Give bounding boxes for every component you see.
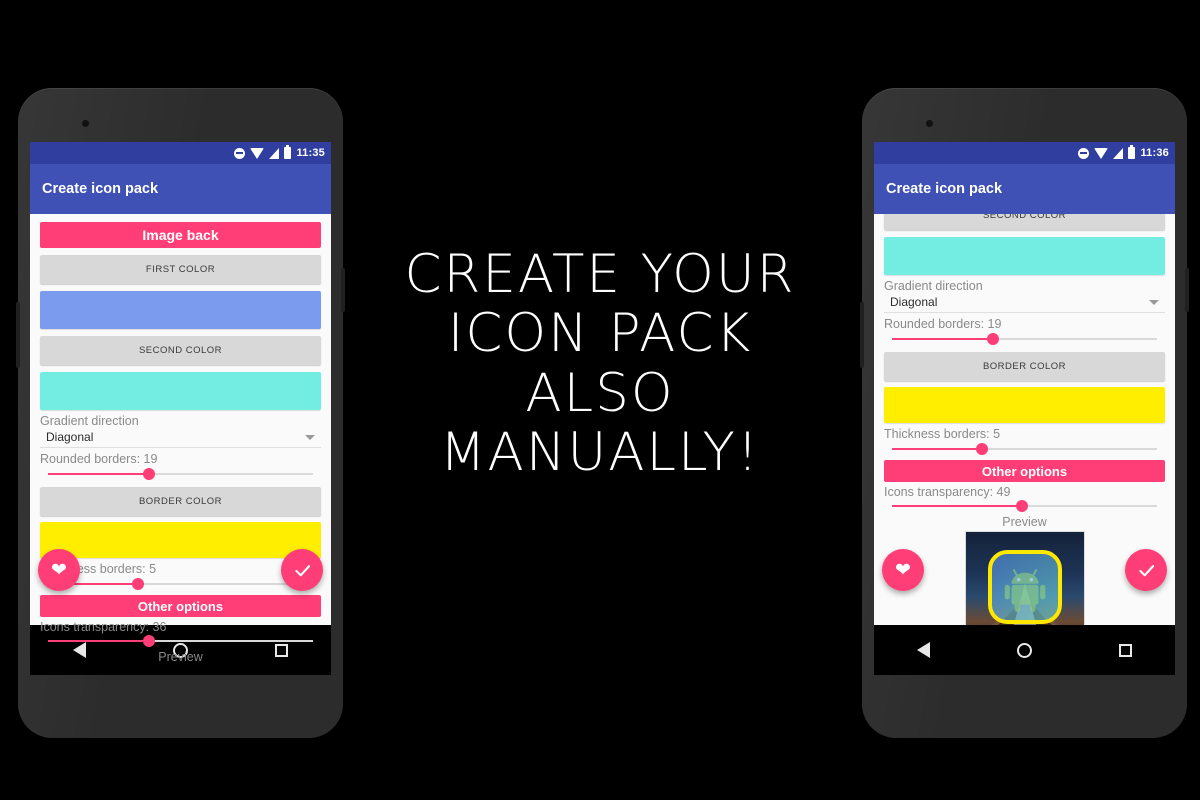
chevron-down-icon xyxy=(1149,299,1159,305)
second-color-swatch[interactable] xyxy=(884,237,1165,275)
thickness-borders-slider[interactable] xyxy=(48,576,313,592)
wifi-icon xyxy=(250,147,265,159)
icon-tile xyxy=(987,550,1062,625)
other-options-section-header[interactable]: Other options xyxy=(40,595,321,617)
border-color-button[interactable]: BORDER COLOR xyxy=(884,352,1165,381)
android-robot-icon xyxy=(1004,569,1045,612)
slider-thumb[interactable] xyxy=(1015,500,1028,512)
power-button[interactable] xyxy=(1185,268,1189,312)
volume-button[interactable] xyxy=(860,302,864,368)
preview-label: Preview xyxy=(158,650,203,664)
slider-fill xyxy=(892,338,993,340)
gradient-direction-value: Diagonal xyxy=(890,295,938,309)
confirm-fab[interactable] xyxy=(281,549,323,591)
favorite-fab[interactable]: ❤ xyxy=(38,549,80,591)
confirm-fab[interactable] xyxy=(1125,549,1167,591)
icons-transparency-slider[interactable] xyxy=(892,499,1157,513)
slider-thumb[interactable] xyxy=(132,578,145,590)
gradient-direction-label: Gradient direction xyxy=(884,279,983,293)
slider-fill xyxy=(892,448,983,450)
slider-thumb[interactable] xyxy=(976,443,989,455)
dnd-icon xyxy=(234,147,246,159)
slider-thumb[interactable] xyxy=(986,333,999,345)
check-icon xyxy=(294,564,310,576)
app-bar-title: Create icon pack xyxy=(42,181,159,197)
phone-right: 11:36 Create icon pack SECOND COLOR Grad… xyxy=(860,88,1189,738)
status-bar-clock: 11:36 xyxy=(1140,147,1169,159)
wifi-icon xyxy=(1094,147,1109,159)
other-options-section-header[interactable]: Other options xyxy=(884,460,1165,482)
gradient-direction-spinner[interactable]: Diagonal xyxy=(884,295,1165,313)
back-icon[interactable] xyxy=(917,642,931,658)
rounded-borders-slider[interactable] xyxy=(892,331,1157,347)
status-bar-clock: 11:35 xyxy=(296,147,325,159)
slider-fill xyxy=(892,505,1022,507)
preview-label: Preview xyxy=(1002,515,1047,529)
icons-transparency-label: Icons transparency: 49 xyxy=(884,485,1011,499)
slider-thumb[interactable] xyxy=(142,635,155,647)
battery-icon xyxy=(284,145,292,159)
navigation-bar xyxy=(874,625,1175,675)
icons-transparency-label: Icons transparency: 36 xyxy=(40,620,167,634)
recents-icon[interactable] xyxy=(1118,643,1132,657)
rounded-borders-label: Rounded borders: 19 xyxy=(884,317,1002,331)
border-color-swatch[interactable] xyxy=(40,522,321,558)
battery-icon xyxy=(1128,145,1136,159)
check-icon xyxy=(1138,564,1154,576)
home-icon[interactable] xyxy=(1016,642,1032,658)
app-bar-title: Create icon pack xyxy=(886,181,1003,197)
front-camera xyxy=(926,120,933,127)
favorite-fab[interactable]: ❤ xyxy=(882,549,924,591)
thickness-borders-slider[interactable] xyxy=(892,441,1157,457)
signal-icon xyxy=(269,147,280,159)
promo-screenshot: 11:35 Create icon pack Image back FIRST … xyxy=(0,0,1200,800)
thickness-borders-label: Thickness borders: 5 xyxy=(884,427,1001,441)
status-bar: 11:36 xyxy=(874,142,1175,164)
border-color-button[interactable]: BORDER COLOR xyxy=(40,487,321,516)
signal-icon xyxy=(1113,147,1124,159)
favorite-heart-icon: ❤ xyxy=(51,559,67,581)
app-bar: Create icon pack xyxy=(874,164,1175,214)
slider-fill xyxy=(48,640,149,642)
front-camera xyxy=(82,120,89,127)
border-color-swatch[interactable] xyxy=(884,387,1165,423)
status-bar: 11:35 xyxy=(30,142,331,164)
app-bar: Create icon pack xyxy=(30,164,331,214)
phone-right-screen: 11:36 Create icon pack SECOND COLOR Grad… xyxy=(874,142,1175,675)
icon-preview-image xyxy=(965,532,1084,625)
icons-transparency-slider[interactable] xyxy=(48,634,313,648)
dnd-icon xyxy=(1078,147,1090,159)
settings-content: SECOND COLOR Gradient direction Diagonal… xyxy=(874,214,1175,625)
second-color-button[interactable]: SECOND COLOR xyxy=(884,214,1165,230)
thickness-borders-label: Thickness borders: 5 xyxy=(40,562,157,576)
favorite-heart-icon: ❤ xyxy=(895,559,911,581)
